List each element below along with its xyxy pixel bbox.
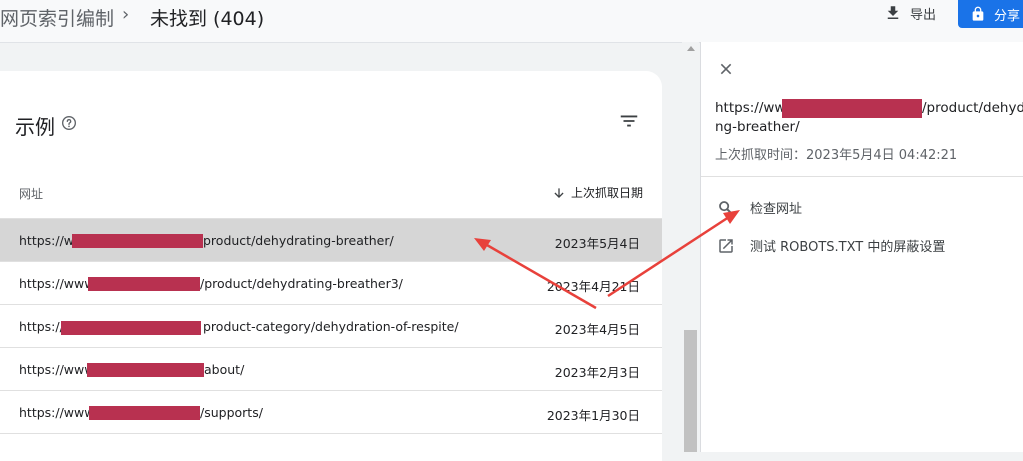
redaction-mark <box>87 363 204 377</box>
download-icon <box>887 6 899 19</box>
last-crawl-value: 2023年5月4日 04:42:21 <box>806 148 958 163</box>
arrow-down-icon <box>554 187 564 198</box>
last-crawl-label: 上次抓取时间： <box>715 148 807 163</box>
row-url-suffix: /product/dehydrating-breather3/ <box>200 276 403 291</box>
redaction-mark <box>782 99 922 118</box>
row-url-suffix: product/dehydrating-breather/ <box>203 233 394 248</box>
row-url-prefix: https://www <box>19 362 95 377</box>
export-label: 导出 <box>910 7 937 23</box>
table-row[interactable]: https://www /supports/ 2023年1月30日 <box>0 391 662 434</box>
last-crawl-info: 上次抓取时间：2023年5月4日 04:42:21 <box>715 144 957 163</box>
card-title: 示例 <box>15 115 55 139</box>
search-icon <box>719 200 733 215</box>
divider <box>701 176 1023 177</box>
scrollbar-thumb[interactable] <box>684 330 697 452</box>
share-button[interactable]: 分享 <box>958 0 1023 28</box>
filter-icon[interactable] <box>618 110 640 132</box>
row-date: 2023年1月30日 <box>546 408 640 423</box>
row-date: 2023年4月5日 <box>554 322 640 337</box>
test-robots-txt-label: 测试 ROBOTS.TXT 中的屏蔽设置 <box>750 240 946 255</box>
scroll-up-arrow-icon[interactable] <box>687 46 695 51</box>
row-date: 2023年4月21日 <box>546 279 640 294</box>
help-icon[interactable] <box>61 115 77 131</box>
scrollbar[interactable] <box>682 42 699 452</box>
breadcrumb-root[interactable]: 网页索引编制 <box>0 4 114 31</box>
table-row[interactable]: https://w product/dehydrating-breather/ … <box>0 219 662 262</box>
redaction-mark <box>89 406 200 420</box>
panel-url-line2: ng-breather/ <box>715 119 800 135</box>
page-title: 未找到 (404) <box>150 8 265 30</box>
url-detail-panel: https://ww /product/dehydrati ng-breathe… <box>700 42 1023 452</box>
chevron-right-icon: › <box>122 4 130 25</box>
row-date: 2023年2月3日 <box>554 365 640 380</box>
redaction-mark <box>72 234 203 248</box>
column-header-last-crawled[interactable]: 上次抓取日期 <box>552 184 643 201</box>
column-header-url[interactable]: 网址 <box>19 185 43 202</box>
panel-url-prefix: https://ww <box>715 100 786 116</box>
lock-icon <box>972 6 984 21</box>
inspect-url-action[interactable]: 检查网址 <box>717 198 802 217</box>
share-label: 分享 <box>994 8 1021 24</box>
column-header-date-label: 上次抓取日期 <box>571 186 644 200</box>
top-bar: 网页索引编制 › 未找到 (404) 导出 分享 <box>0 0 1023 43</box>
test-robots-txt-action[interactable]: 测试 ROBOTS.TXT 中的屏蔽设置 <box>717 236 945 255</box>
row-date: 2023年5月4日 <box>554 236 640 251</box>
redaction-mark <box>88 277 200 291</box>
row-url-prefix: https:// <box>19 319 64 334</box>
table-row[interactable]: https:// product-category/dehydration-of… <box>0 305 662 348</box>
export-button[interactable]: 导出 <box>884 0 936 26</box>
redaction-mark <box>61 321 201 335</box>
row-url-suffix: /supports/ <box>200 405 263 420</box>
row-url-suffix: about/ <box>204 362 245 377</box>
table-row[interactable]: https://www about/ 2023年2月3日 <box>0 348 662 391</box>
inspect-url-label: 检查网址 <box>750 202 803 217</box>
examples-card: 示例 网址 上次抓取日期 https://w product/dehydrati… <box>0 71 662 461</box>
table-row[interactable]: https://www /product/dehydrating-breathe… <box>0 262 662 305</box>
panel-url-suffix: /product/dehydrati <box>922 100 1023 116</box>
open-external-icon <box>719 238 733 253</box>
row-url-prefix: https://www <box>19 405 95 420</box>
row-url-prefix: https://www <box>19 276 95 291</box>
row-url-suffix: product-category/dehydration-of-respite/ <box>203 319 459 334</box>
row-url-prefix: https://w <box>19 233 75 248</box>
close-icon[interactable] <box>718 61 734 77</box>
